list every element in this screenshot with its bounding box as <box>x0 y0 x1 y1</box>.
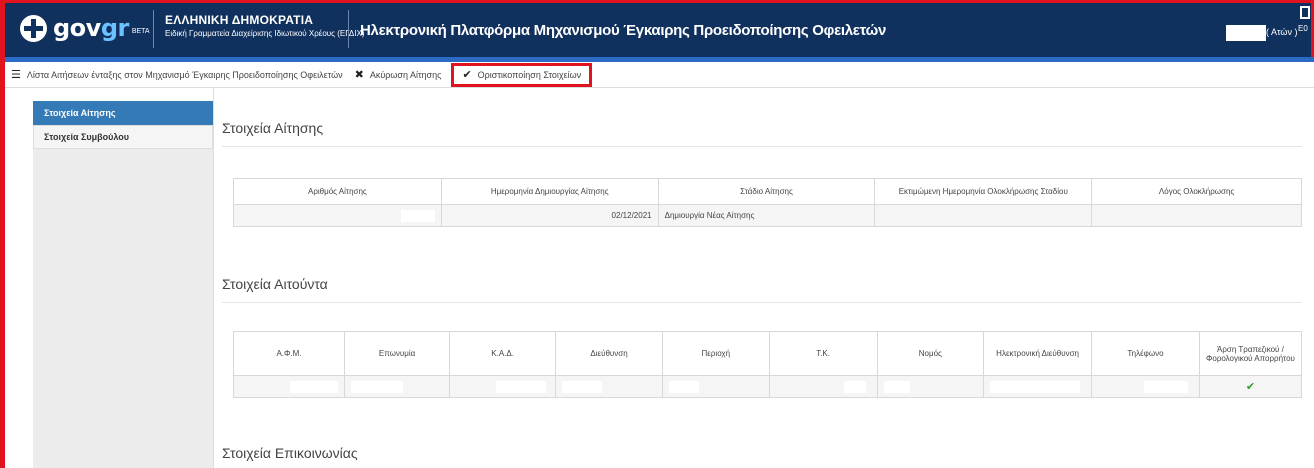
sidebar-background <box>33 149 213 468</box>
application-list-link[interactable]: ☰ Λίστα Αιτήσεων ένταξης στον Μηχανισμό … <box>5 62 349 88</box>
column-header: Λόγος Ολοκλήρωσης <box>1091 178 1302 205</box>
gov-title: ΕΛΛΗΝΙΚΗ ΔΗΜΟΚΡΑΤΙΑ <box>165 13 314 27</box>
top-header: govgr BETA ΕΛΛΗΝΙΚΗ ΔΗΜΟΚΡΑΤΙΑ Ειδική Γρ… <box>0 0 1314 57</box>
secrecy-waiver-cell: ✔ <box>1198 375 1303 398</box>
government-block: ΕΛΛΗΝΙΚΗ ΔΗΜΟΚΡΑΤΙΑ Ειδική Γραμματεία Δι… <box>165 13 365 38</box>
redacted-value <box>668 380 699 393</box>
address-cell <box>555 375 663 398</box>
redacted-value <box>400 209 435 222</box>
redacted-value <box>351 380 403 393</box>
finalize-data-label: Οριστικοποίηση Στοιχείων <box>477 69 582 80</box>
cancel-application-button[interactable]: ✖ Ακύρωση Αίτησης <box>349 62 448 88</box>
area-cell <box>661 375 770 398</box>
column-header: Τηλέφωνο <box>1091 331 1200 376</box>
column-header: Στάδιο Αίτησης <box>657 178 876 205</box>
column-header: Νομός <box>876 331 985 376</box>
table-header-row: Α.Φ.Μ. Επωνυμία Κ.Α.Δ. Διεύθυνση Περιοχή… <box>233 331 1303 376</box>
column-header: Διεύθυνση <box>555 331 663 376</box>
app-title: Ηλεκτρονική Πλατφόρμα Μηχανισμού Έγκαιρη… <box>360 22 887 39</box>
main-divider <box>213 88 214 468</box>
column-header: Επωνυμία <box>343 331 451 376</box>
application-number-cell <box>233 204 442 227</box>
column-header: Ηλεκτρονική Διεύθυνση <box>983 331 1093 376</box>
created-date-cell: 02/12/2021 <box>440 204 659 227</box>
greek-cross-icon <box>20 14 47 42</box>
column-header: Άρση Τραπεζικού / Φορολογικού Απορρήτου <box>1198 331 1303 376</box>
logout-label[interactable]: Ε0 <box>1298 24 1308 33</box>
user-name-field <box>1226 25 1266 41</box>
highlight-frame-top <box>0 0 1314 3</box>
stage-cell: Δημιουργία Νέας Αίτησης <box>657 204 876 227</box>
column-header: Περιοχή <box>661 331 770 376</box>
redacted-value <box>1144 380 1189 393</box>
section-rule <box>222 302 1302 303</box>
header-divider <box>153 10 154 48</box>
postal-code-cell <box>768 375 878 398</box>
name-cell <box>343 375 451 398</box>
contact-section-title: Στοιχεία Επικοινωνίας <box>222 445 358 461</box>
logout-icon[interactable] <box>1300 6 1310 19</box>
completion-reason-cell <box>1091 204 1302 227</box>
cancel-application-label: Ακύρωση Αίτησης <box>369 69 442 80</box>
column-header: Κ.Α.Δ. <box>449 331 557 376</box>
application-list-label: Λίστα Αιτήσεων ένταξης στον Μηχανισμό Έγ… <box>26 69 343 80</box>
sidebar-item-advisor-details[interactable]: Στοιχεία Συμβούλου <box>33 125 213 149</box>
estimated-date-cell <box>874 204 1093 227</box>
column-header: Α.Φ.Μ. <box>233 331 345 376</box>
phone-cell <box>1091 375 1200 398</box>
column-header: Ημερομηνία Δημιουργίας Αίτησης <box>440 178 659 205</box>
column-header: Εκτιμώμενη Ημερομηνία Ολοκλήρωσης Σταδίο… <box>874 178 1093 205</box>
sidebar-item-label: Στοιχεία Αίτησης <box>44 108 116 118</box>
email-cell <box>983 375 1093 398</box>
beta-badge: BETA <box>131 27 150 35</box>
column-header: Τ.Κ. <box>768 331 878 376</box>
redacted-value <box>990 380 1081 393</box>
redacted-value <box>883 380 910 393</box>
check-icon: ✔ <box>462 69 472 81</box>
sidebar: Στοιχεία Αίτησης Στοιχεία Συμβούλου <box>33 101 213 149</box>
highlight-frame-left <box>0 0 5 468</box>
kad-cell <box>449 375 557 398</box>
main-content: Στοιχεία Αίτησης Στοιχεία Συμβούλου Στοι… <box>5 88 1314 468</box>
column-header: Αριθμός Αίτησης <box>233 178 442 205</box>
check-icon: ✔ <box>1245 381 1256 393</box>
redacted-value <box>562 380 603 393</box>
redacted-value <box>290 380 338 393</box>
section-rule <box>222 146 1302 147</box>
sidebar-item-label: Στοιχεία Συμβούλου <box>44 132 130 142</box>
list-icon: ☰ <box>11 69 21 81</box>
afm-cell <box>233 375 345 398</box>
applicant-table: Α.Φ.Μ. Επωνυμία Κ.Α.Δ. Διεύθυνση Περιοχή… <box>233 331 1303 398</box>
table-row: 02/12/2021 Δημιουργία Νέας Αίτησης <box>233 204 1302 227</box>
govgr-logo[interactable]: govgr BETA <box>20 11 150 45</box>
application-section-title: Στοιχεία Αίτησης <box>222 120 324 136</box>
application-table: Αριθμός Αίτησης Ημερομηνία Δημιουργίας Α… <box>233 178 1302 227</box>
finalize-data-button[interactable]: ✔ Οριστικοποίηση Στοιχείων <box>451 62 593 87</box>
gov-subtitle: Ειδική Γραμματεία Διαχείρισης Ιδιωτικού … <box>165 29 365 38</box>
table-row: ✔ <box>233 375 1303 398</box>
redacted-value <box>496 380 547 393</box>
redacted-value <box>843 380 866 393</box>
sidebar-item-application-details[interactable]: Στοιχεία Αίτησης <box>33 101 213 125</box>
close-icon: ✖ <box>354 69 364 81</box>
user-role-label: ( Ατών ) <box>1266 27 1298 37</box>
header-divider <box>348 10 349 48</box>
action-toolbar: ☰ Λίστα Αιτήσεων ένταξης στον Μηχανισμό … <box>5 62 1314 88</box>
logo-text: govgr <box>53 14 129 42</box>
applicant-section-title: Στοιχεία Αιτούντα <box>222 276 328 292</box>
table-header-row: Αριθμός Αίτησης Ημερομηνία Δημιουργίας Α… <box>233 178 1302 205</box>
prefecture-cell <box>876 375 985 398</box>
